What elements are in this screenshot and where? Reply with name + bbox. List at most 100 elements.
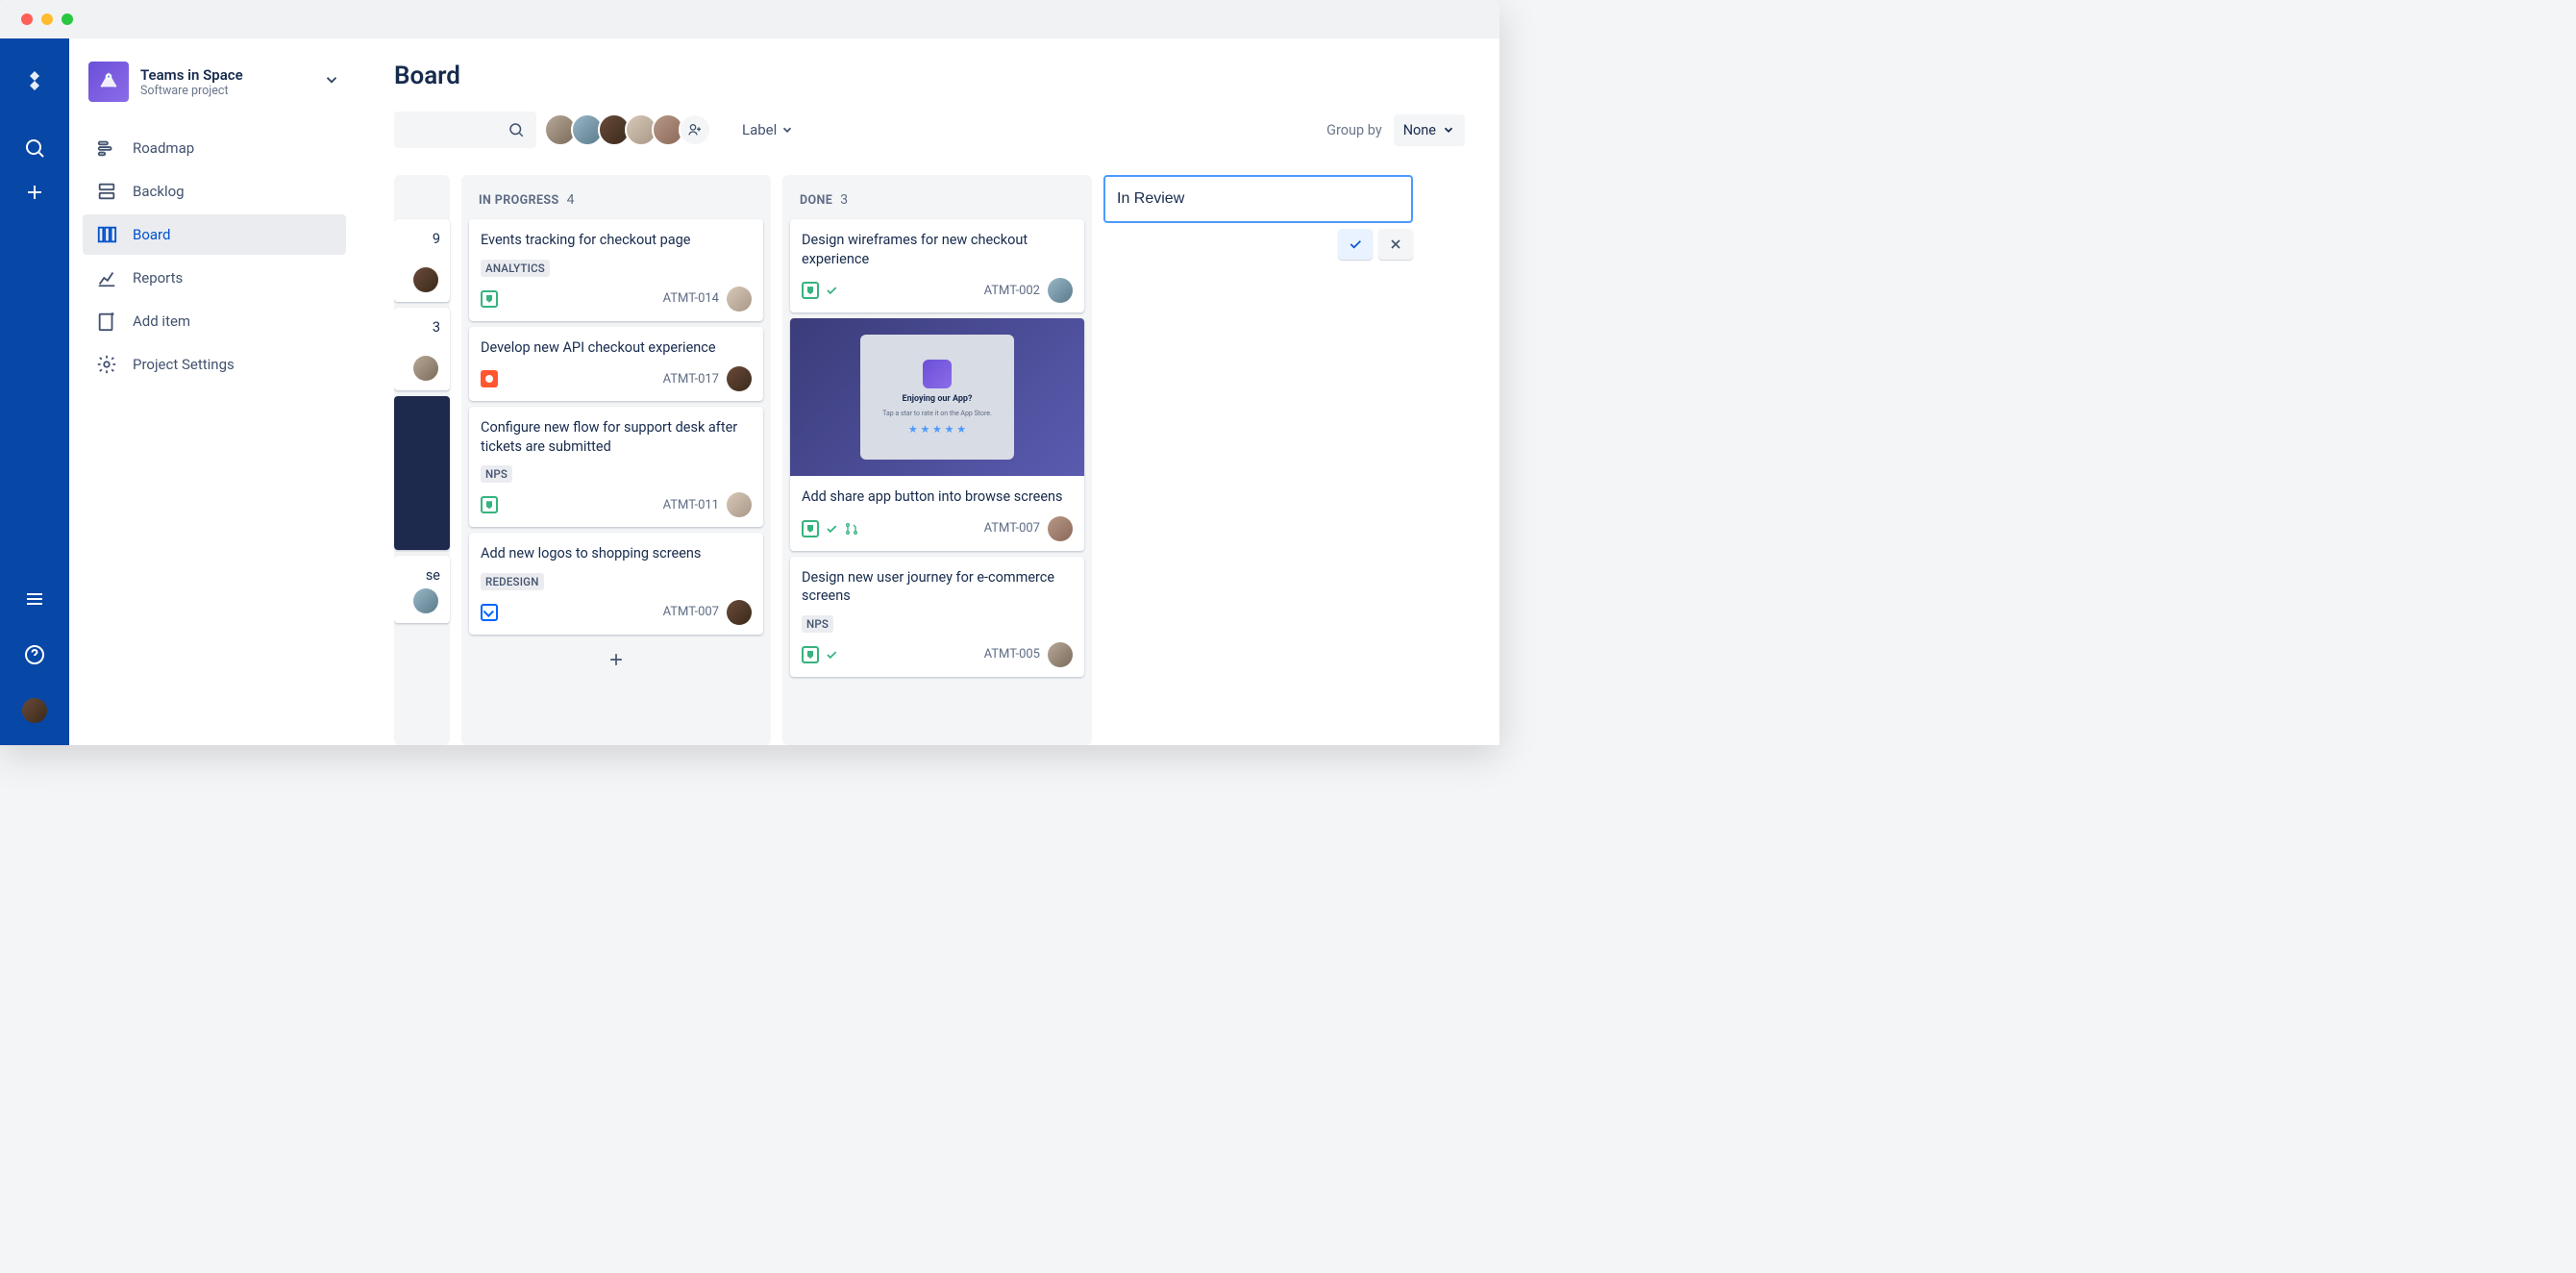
sidebar-label: Reports xyxy=(133,269,183,287)
global-nav xyxy=(0,38,69,745)
card[interactable]: Events tracking for checkout page ANALYT… xyxy=(469,219,763,321)
main-content: Board Label xyxy=(359,38,1499,745)
done-check-icon xyxy=(825,522,838,536)
card[interactable]: Design new user journey for e-commerce s… xyxy=(790,557,1084,677)
project-icon xyxy=(88,62,129,102)
card-id: ATMT-002 xyxy=(984,284,1040,298)
pull-request-icon xyxy=(844,521,859,537)
kanban-board[interactable]: 9 3 se xyxy=(394,175,1465,745)
card[interactable]: Enjoying our App? Tap a star to rate it … xyxy=(790,318,1084,551)
card[interactable]: Configure new flow for support desk afte… xyxy=(469,407,763,527)
sidebar-label: Backlog xyxy=(133,183,185,200)
card-title: Design new user journey for e-commerce s… xyxy=(802,568,1073,606)
assignee-avatar[interactable] xyxy=(727,366,752,391)
card-peek[interactable] xyxy=(394,396,450,550)
board-column-in-progress[interactable]: In Progress 4 Events tracking for checko… xyxy=(461,175,771,745)
profile-avatar[interactable] xyxy=(15,691,54,730)
card-id: ATMT-011 xyxy=(663,498,719,512)
confirm-new-column-button[interactable] xyxy=(1338,229,1373,260)
sidebar-item-settings[interactable]: Project Settings xyxy=(83,344,346,385)
column-name: In Progress xyxy=(479,193,559,208)
help-icon[interactable] xyxy=(15,636,54,674)
assignee-avatar[interactable] xyxy=(1048,516,1073,541)
label-filter-dropdown[interactable]: Label xyxy=(742,121,794,138)
board-column-done[interactable]: Done 3 Design wireframes for new checkou… xyxy=(782,175,1092,745)
task-icon xyxy=(481,604,498,621)
board-column-peek[interactable]: 9 3 se xyxy=(394,175,450,745)
close-icon xyxy=(1388,237,1403,252)
close-window-button[interactable] xyxy=(21,13,33,25)
card-tag: ANALYTICS xyxy=(481,260,550,277)
sidebar-item-backlog[interactable]: Backlog xyxy=(83,171,346,212)
card[interactable]: Develop new API checkout experience ATMT… xyxy=(469,327,763,402)
card-tag: NPS xyxy=(802,615,833,633)
sidebar-label: Add item xyxy=(133,312,190,330)
assignee-avatar[interactable] xyxy=(1048,278,1073,303)
bug-icon xyxy=(481,370,498,387)
sidebar-item-roadmap[interactable]: Roadmap xyxy=(83,128,346,168)
project-sidebar: Teams in Space Software project Roadmap … xyxy=(69,38,359,745)
sidebar-item-reports[interactable]: Reports xyxy=(83,258,346,298)
card[interactable]: Design wireframes for new checkout exper… xyxy=(790,219,1084,312)
card-peek[interactable]: se xyxy=(394,556,450,623)
minimize-window-button[interactable] xyxy=(41,13,53,25)
column-count: 3 xyxy=(840,192,848,208)
card-id: ATMT-007 xyxy=(984,521,1040,536)
done-check-icon xyxy=(825,648,838,661)
assignee-avatar[interactable] xyxy=(727,287,752,312)
card-tag: REDESIGN xyxy=(481,573,544,590)
sidebar-label: Project Settings xyxy=(133,356,235,373)
story-icon xyxy=(802,282,819,299)
card-title: Configure new flow for support desk afte… xyxy=(481,418,752,456)
column-count: 4 xyxy=(567,192,575,208)
sidebar-label: Board xyxy=(133,226,170,243)
maximize-window-button[interactable] xyxy=(62,13,73,25)
page-title: Board xyxy=(394,62,1465,90)
window-titlebar xyxy=(0,0,1499,38)
card-id: ATMT-017 xyxy=(663,372,719,387)
board-search-input[interactable] xyxy=(394,112,536,148)
story-icon xyxy=(802,520,819,537)
global-search-icon[interactable] xyxy=(15,129,54,167)
new-column-name-input[interactable] xyxy=(1103,175,1413,223)
board-toolbar: Label Group by None xyxy=(394,112,1465,148)
cancel-new-column-button[interactable] xyxy=(1378,229,1413,260)
card-id: ATMT-007 xyxy=(663,605,719,619)
card-peek[interactable]: 9 xyxy=(394,219,450,302)
global-create-icon[interactable] xyxy=(15,173,54,212)
project-switcher[interactable]: Teams in Space Software project xyxy=(77,62,352,125)
story-icon xyxy=(481,290,498,308)
card-peek[interactable]: 3 xyxy=(394,308,450,390)
jira-logo-icon[interactable] xyxy=(15,62,54,100)
sidebar-item-board[interactable]: Board xyxy=(83,214,346,255)
card-id: ATMT-005 xyxy=(984,647,1040,661)
chevron-down-icon xyxy=(780,123,794,137)
card-title: Add share app button into browse screens xyxy=(802,487,1073,507)
add-card-button[interactable] xyxy=(469,640,763,679)
search-icon xyxy=(508,121,525,138)
check-icon xyxy=(1348,237,1363,252)
story-icon xyxy=(481,496,498,513)
group-by-label: Group by xyxy=(1326,122,1382,138)
story-icon xyxy=(802,646,819,663)
card-id: ATMT-014 xyxy=(663,291,719,306)
chevron-down-icon xyxy=(1442,123,1455,137)
chevron-down-icon xyxy=(323,71,340,92)
card-tag: NPS xyxy=(481,465,512,483)
card[interactable]: Add new logos to shopping screens REDESI… xyxy=(469,533,763,635)
assignee-avatar[interactable] xyxy=(727,492,752,517)
sidebar-item-add[interactable]: Add item xyxy=(83,301,346,341)
project-name: Teams in Space xyxy=(140,66,243,84)
menu-icon[interactable] xyxy=(15,580,54,618)
group-by-dropdown[interactable]: None xyxy=(1394,114,1465,146)
plus-icon xyxy=(607,650,626,669)
project-type: Software project xyxy=(140,84,243,98)
add-people-button[interactable] xyxy=(679,113,711,146)
card-title: Design wireframes for new checkout exper… xyxy=(802,231,1073,268)
assignee-filter[interactable] xyxy=(550,113,711,146)
card-title: Develop new API checkout experience xyxy=(481,338,752,358)
assignee-avatar[interactable] xyxy=(727,600,752,625)
card-title: Add new logos to shopping screens xyxy=(481,544,752,563)
assignee-avatar[interactable] xyxy=(1048,642,1073,667)
column-name: Done xyxy=(800,193,832,208)
